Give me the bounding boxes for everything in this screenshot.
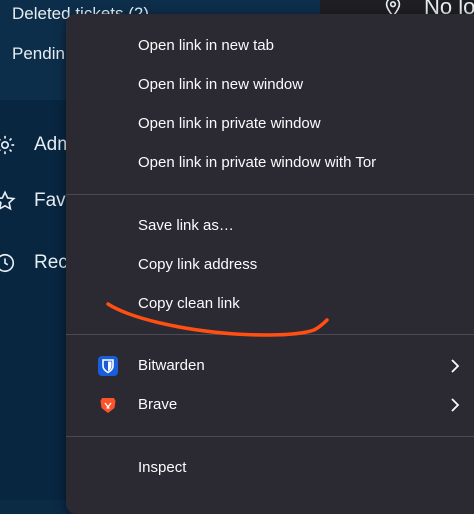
menu-item-open-private-tor[interactable]: Open link in private window with Tor [66,145,474,181]
gear-icon [0,135,15,155]
menu-separator [66,334,474,335]
context-menu: Open link in new tab Open link in new wi… [66,14,474,514]
menu-item-brave[interactable]: Brave [66,387,474,423]
menu-item-label: Bitwarden [138,357,205,374]
chevron-right-icon [451,359,460,373]
star-icon [0,190,16,211]
menu-item-save-link-as[interactable]: Save link as… [66,208,474,244]
sidebar-item-recent[interactable]: Rec [34,252,68,274]
menu-item-label: Open link in private window [138,115,321,132]
menu-item-label: Open link in new tab [138,37,274,54]
menu-item-inspect[interactable]: Inspect [66,450,474,486]
menu-item-bitwarden[interactable]: Bitwarden [66,348,474,384]
clock-icon [0,253,15,273]
menu-item-label: Save link as… [138,217,234,234]
chevron-right-icon [451,398,460,412]
menu-item-copy-clean-link[interactable]: Copy clean link [66,286,474,322]
menu-item-open-new-tab[interactable]: Open link in new tab [66,28,474,64]
menu-item-label: Open link in new window [138,76,304,93]
menu-separator [66,436,474,437]
menu-item-label: Inspect [138,459,187,476]
brave-lion-icon [100,398,116,413]
sidebar-item-pending[interactable]: Pendin [12,44,65,64]
menu-item-open-private-window[interactable]: Open link in private window [66,106,474,142]
menu-item-open-new-window[interactable]: Open link in new window [66,67,474,103]
bitwarden-shield-icon [98,356,118,376]
menu-item-copy-link-address[interactable]: Copy link address [66,247,474,283]
menu-item-label: Open link in private window with Tor [138,154,377,171]
sidebar-item-favorites[interactable]: Fav [34,190,66,212]
menu-item-label: Brave [138,396,178,413]
menu-separator [66,194,474,195]
menu-item-label: Copy link address [138,256,258,273]
menu-item-label: Copy clean link [138,295,240,312]
